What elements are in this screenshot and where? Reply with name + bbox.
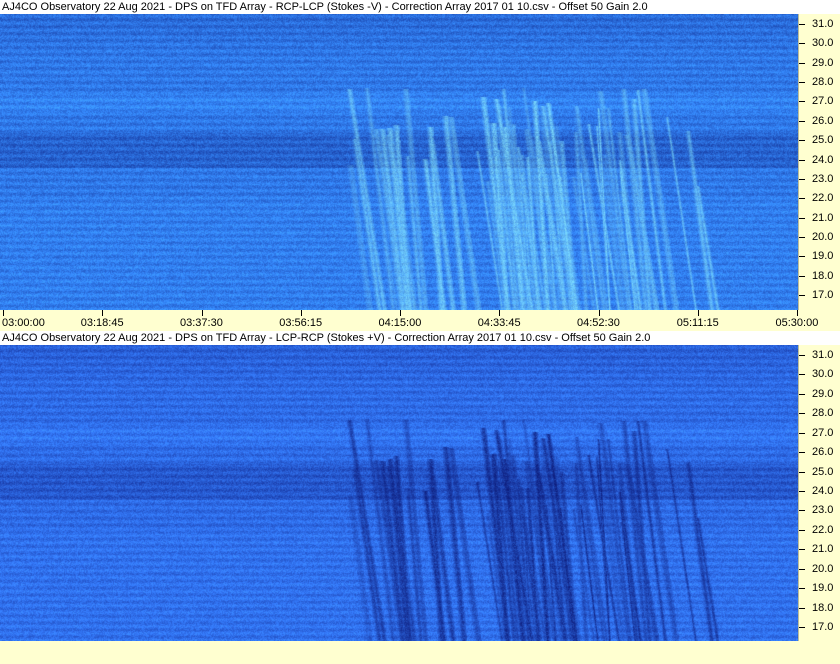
tick-mark: [799, 374, 805, 376]
bottom-status-strip: [0, 641, 840, 664]
panel-title: AJ4CO Observatory 22 Aug 2021 - DPS on T…: [0, 0, 840, 14]
tick-mark: [300, 310, 302, 316]
tick-mark: [799, 393, 805, 395]
tick-mark: [799, 491, 805, 492]
tick-mark: [697, 310, 699, 316]
time-tick-label: 03:37:30: [180, 310, 223, 330]
time-axis: 03:00:00 03:18:45 03:37:30 03:56:15 04:15:00…: [0, 310, 840, 331]
tick-mark: [799, 627, 805, 628]
freq-tick-label: 24.0: [812, 153, 834, 166]
tick-mark: [799, 101, 805, 103]
freq-tick-label: 28.0: [812, 76, 834, 89]
time-tick-label: 05:11:15: [677, 310, 719, 330]
tick-mark: [799, 120, 805, 122]
spectrogram-image: [0, 14, 798, 310]
freq-tick-label: 30.0: [812, 37, 834, 50]
freq-tick-label: 20.0: [812, 562, 834, 575]
tick-mark: [799, 432, 805, 434]
tick-mark: [799, 43, 805, 45]
tick-mark: [799, 471, 805, 473]
tick-mark: [799, 452, 805, 454]
time-tick-label: 04:52:30: [577, 310, 620, 330]
tick-mark: [400, 310, 401, 316]
tick-mark: [797, 310, 798, 316]
tick-mark: [799, 413, 805, 415]
freq-tick-label: 18.0: [812, 269, 834, 282]
freq-tick-label: 23.0: [812, 504, 834, 517]
freq-tick-label: 27.0: [812, 426, 834, 439]
freq-tick-label: 23.0: [812, 172, 834, 185]
tick-mark: [799, 82, 805, 84]
freq-tick-label: 29.0: [812, 387, 834, 400]
tick-mark: [799, 588, 805, 590]
tick-mark: [799, 236, 805, 238]
tick-mark: [799, 607, 805, 609]
tick-mark: [799, 510, 805, 512]
frequency-axis: 31.0 30.0 29.0 28.0 27.0 26.0 25.0 24.0 23.0 22.0…: [798, 345, 840, 642]
tick-mark: [799, 256, 805, 258]
time-tick-label: 05:30:00: [776, 310, 818, 330]
tick-mark: [799, 355, 805, 356]
tick-mark: [799, 62, 805, 64]
tick-mark: [799, 140, 805, 142]
tick-mark: [102, 310, 104, 316]
spectrogram-image: [0, 345, 798, 642]
time-tick-label: 03:00:00: [2, 310, 45, 330]
tick-mark: [598, 310, 600, 316]
tick-mark: [799, 198, 805, 200]
tick-mark: [3, 310, 4, 316]
freq-tick-label: 31.0: [812, 349, 834, 361]
freq-tick-label: 24.0: [812, 485, 834, 497]
freq-tick-label: 22.0: [812, 192, 834, 205]
time-tick-label: 03:18:45: [81, 310, 124, 330]
freq-tick-label: 28.0: [812, 407, 834, 420]
freq-tick-label: 27.0: [812, 95, 834, 108]
tick-mark: [799, 178, 805, 180]
freq-tick-label: 22.0: [812, 523, 834, 536]
freq-tick-label: 29.0: [812, 56, 834, 69]
freq-tick-label: 31.0: [812, 18, 834, 30]
freq-tick-label: 19.0: [812, 250, 834, 263]
freq-tick-label: 17.0: [812, 621, 834, 633]
tick-mark: [799, 549, 805, 551]
spectrogram-panel-lcp-rcp: AJ4CO Observatory 22 Aug 2021 - DPS on T…: [0, 331, 840, 664]
tick-mark: [799, 159, 805, 161]
freq-tick-label: 21.0: [812, 211, 834, 224]
tick-mark: [799, 217, 805, 219]
freq-tick-label: 21.0: [812, 543, 834, 556]
freq-tick-label: 25.0: [812, 134, 834, 147]
time-tick-label: 03:56:15: [279, 310, 322, 330]
freq-tick-label: 26.0: [812, 114, 834, 127]
frequency-axis: 31.0 30.0 29.0 28.0 27.0 26.0 25.0 24.0 23.0 22.0…: [798, 14, 840, 310]
tick-mark: [799, 568, 805, 570]
freq-tick-label: 30.0: [812, 368, 834, 381]
freq-tick-label: 26.0: [812, 446, 834, 459]
freq-tick-label: 20.0: [812, 230, 834, 243]
freq-tick-label: 18.0: [812, 601, 834, 614]
tick-mark: [799, 529, 805, 531]
freq-tick-label: 19.0: [812, 582, 834, 595]
tick-mark: [201, 310, 203, 316]
tick-mark: [799, 24, 805, 25]
panel-title: AJ4CO Observatory 22 Aug 2021 - DPS on T…: [0, 331, 840, 345]
spectrogram-panel-rcp-lcp: AJ4CO Observatory 22 Aug 2021 - DPS on T…: [0, 0, 840, 331]
freq-tick-label: 17.0: [812, 289, 834, 301]
time-tick-label: 04:33:45: [478, 310, 521, 330]
tick-mark: [799, 275, 805, 277]
freq-tick-label: 25.0: [812, 465, 834, 478]
tick-mark: [499, 310, 501, 316]
tick-mark: [799, 295, 805, 296]
time-tick-label: 04:15:00: [379, 310, 421, 330]
